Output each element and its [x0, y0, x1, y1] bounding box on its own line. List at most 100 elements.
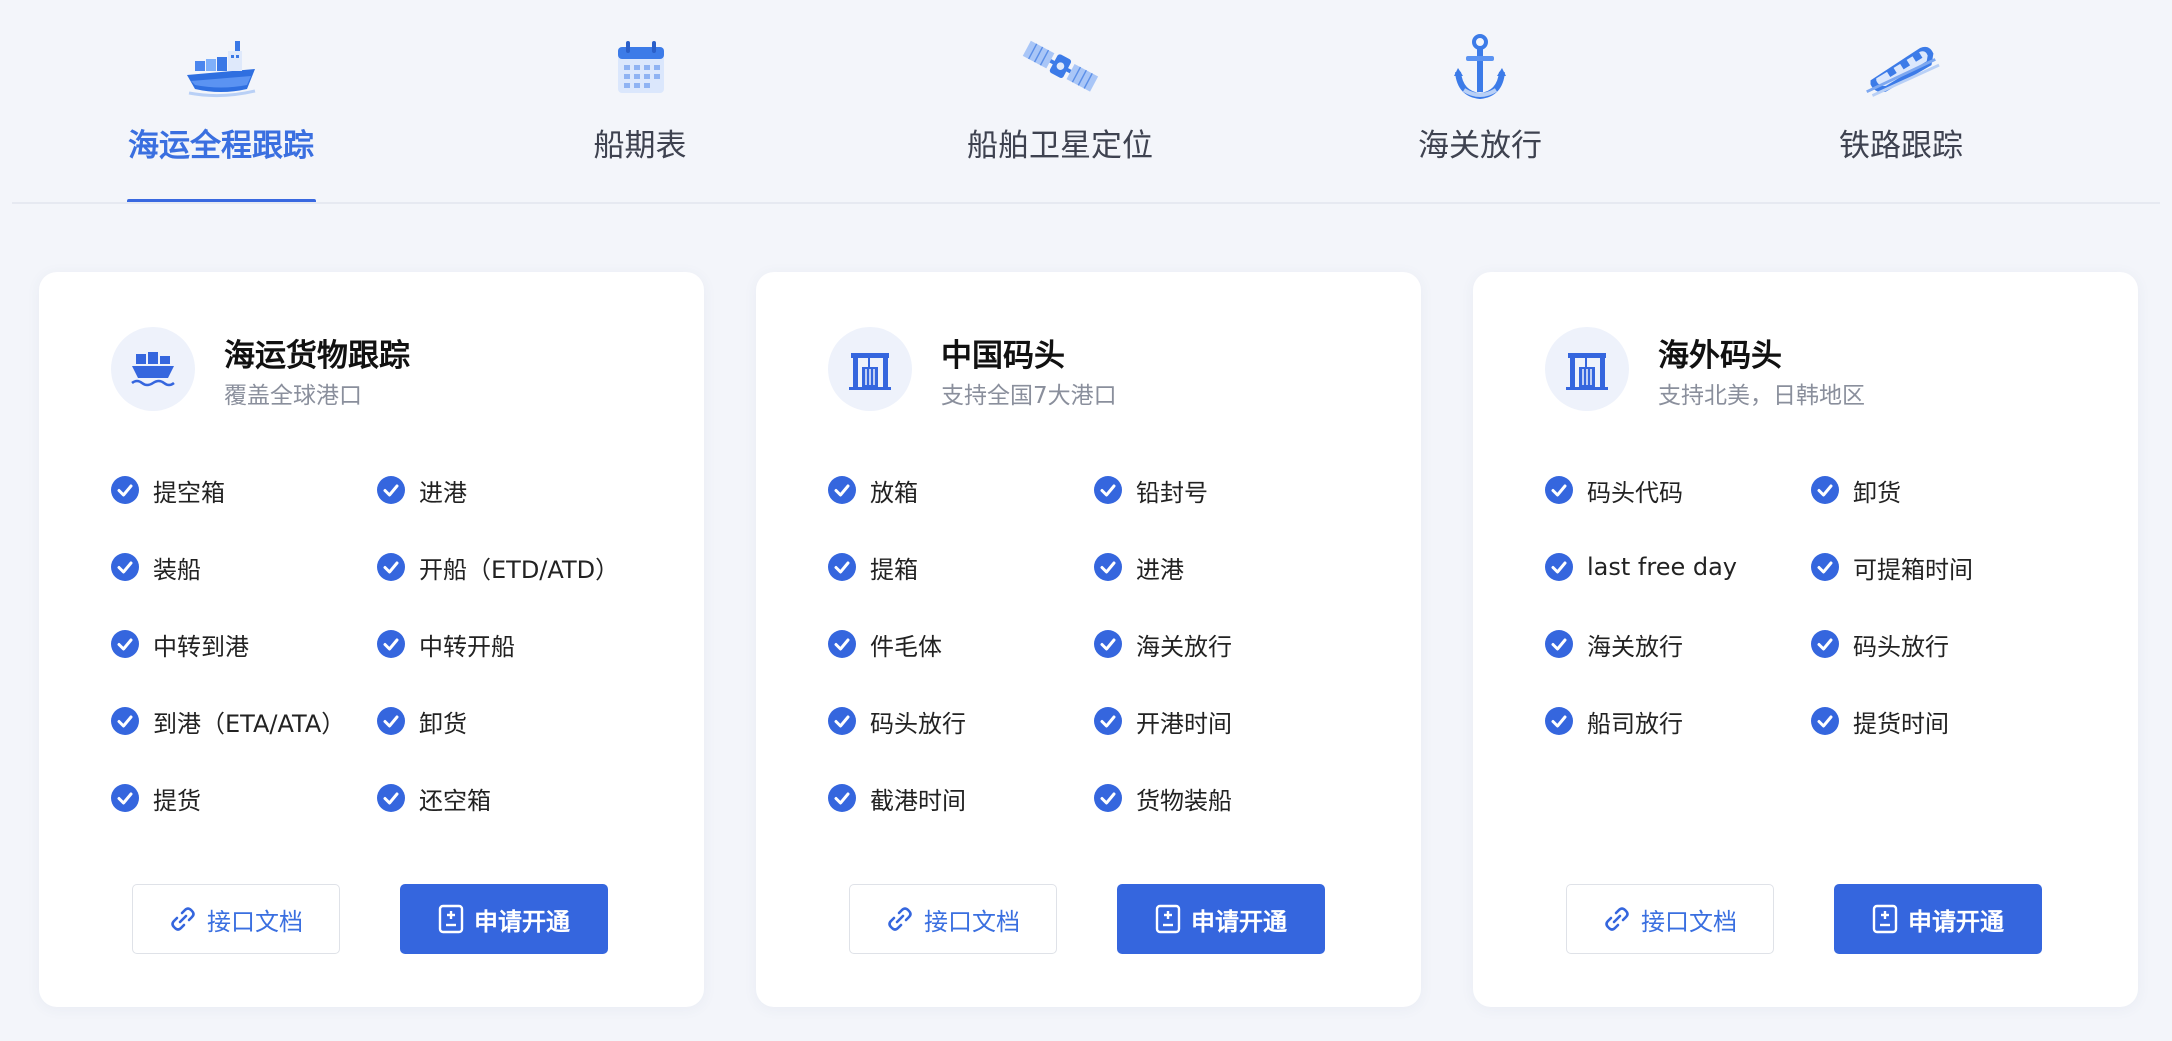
feature-label: 开港时间: [1136, 709, 1232, 738]
feature-label: 中转到港: [153, 632, 249, 661]
feature-item: 提货: [111, 780, 201, 816]
check-circle-icon: [111, 553, 139, 581]
apply-button[interactable]: 申请开通: [1834, 884, 2042, 954]
check-circle-icon: [111, 707, 139, 735]
apply-button[interactable]: 申请开通: [1117, 884, 1325, 954]
check-circle-icon: [1094, 707, 1122, 735]
tab-railway[interactable]: 铁路跟踪: [1751, 0, 2051, 204]
check-circle-icon: [377, 553, 405, 581]
api-docs-button[interactable]: 接口文档: [1566, 884, 1774, 954]
feature-item: 进港: [1094, 549, 1184, 585]
card-title: 中国码头: [941, 338, 1065, 374]
feature-item: 提货时间: [1811, 703, 1949, 739]
feature-item: 码头放行: [828, 703, 966, 739]
feature-label: 进港: [419, 478, 467, 507]
feature-label: 装船: [153, 555, 201, 584]
train-icon: [1861, 30, 1941, 104]
feature-item: 可提箱时间: [1811, 549, 1973, 585]
button-label: 接口文档: [207, 907, 303, 936]
tab-customs[interactable]: 海关放行: [1330, 0, 1630, 204]
feature-item: 提空箱: [111, 472, 225, 508]
link-icon: [1605, 907, 1629, 931]
feature-item: 海关放行: [1094, 626, 1232, 662]
card-subtitle: 支持全国7大港口: [941, 383, 1117, 409]
feature-label: 截港时间: [870, 786, 966, 815]
check-circle-icon: [1811, 630, 1839, 658]
feature-item: 卸货: [1811, 472, 1901, 508]
feature-item: last free day: [1545, 549, 1737, 585]
apply-button[interactable]: 申请开通: [400, 884, 608, 954]
check-circle-icon: [111, 630, 139, 658]
card-china-terminal: 中国码头 支持全国7大港口 放箱 铅封号 提箱 进港 件毛体 海关放行 码头放行…: [756, 272, 1421, 1007]
api-docs-button[interactable]: 接口文档: [132, 884, 340, 954]
feature-label: 海关放行: [1587, 632, 1683, 661]
check-circle-icon: [377, 784, 405, 812]
feature-label: 到港（ETA/ATA）: [153, 709, 346, 738]
card-title: 海运货物跟踪: [224, 338, 410, 374]
check-circle-icon: [111, 476, 139, 504]
tab-schedule[interactable]: 船期表: [490, 0, 790, 204]
container-ship-icon: [111, 327, 195, 411]
feature-label: 铅封号: [1136, 478, 1208, 507]
check-circle-icon: [377, 630, 405, 658]
feature-label: 卸货: [419, 709, 467, 738]
feature-label: 码头代码: [1587, 478, 1683, 507]
feature-item: 码头代码: [1545, 472, 1683, 508]
feature-label: 提货: [153, 786, 201, 815]
check-circle-icon: [1545, 476, 1573, 504]
check-circle-icon: [1811, 553, 1839, 581]
feature-label: 提箱: [870, 555, 918, 584]
feature-item: 放箱: [828, 472, 918, 508]
feature-label: 进港: [1136, 555, 1184, 584]
tab-label: 海运全程跟踪: [128, 128, 314, 164]
tab-satellite[interactable]: 船舶卫星定位: [910, 0, 1210, 204]
feature-label: 提空箱: [153, 478, 225, 507]
port-crane-icon: [828, 327, 912, 411]
button-label: 申请开通: [1191, 907, 1287, 936]
application-form-icon: [1155, 904, 1181, 934]
check-circle-icon: [111, 784, 139, 812]
tab-sea-tracking[interactable]: 海运全程跟踪: [71, 0, 371, 204]
feature-label: 码头放行: [870, 709, 966, 738]
card-title: 海外码头: [1658, 338, 1782, 374]
check-circle-icon: [1545, 707, 1573, 735]
feature-item: 货物装船: [1094, 780, 1232, 816]
feature-label: 船司放行: [1587, 709, 1683, 738]
anchor-icon: [1440, 30, 1520, 104]
check-circle-icon: [1094, 784, 1122, 812]
feature-label: 码头放行: [1853, 632, 1949, 661]
feature-label: 货物装船: [1136, 786, 1232, 815]
feature-label: 放箱: [870, 478, 918, 507]
feature-label: 件毛体: [870, 632, 942, 661]
check-circle-icon: [1094, 630, 1122, 658]
feature-item: 截港时间: [828, 780, 966, 816]
link-icon: [888, 907, 912, 931]
button-label: 申请开通: [1908, 907, 2004, 936]
check-circle-icon: [828, 476, 856, 504]
feature-label: 还空箱: [419, 786, 491, 815]
cargo-ship-icon: [181, 30, 261, 104]
link-icon: [171, 907, 195, 931]
port-crane-icon: [1545, 327, 1629, 411]
feature-label: last free day: [1587, 553, 1738, 581]
check-circle-icon: [1811, 707, 1839, 735]
feature-item: 码头放行: [1811, 626, 1949, 662]
feature-item: 海关放行: [1545, 626, 1683, 662]
api-docs-button[interactable]: 接口文档: [849, 884, 1057, 954]
check-circle-icon: [1545, 630, 1573, 658]
tab-label: 船期表: [593, 128, 687, 164]
application-form-icon: [1872, 904, 1898, 934]
check-circle-icon: [1094, 476, 1122, 504]
feature-label: 开船（ETD/ATD）: [419, 555, 620, 584]
feature-label: 卸货: [1853, 478, 1901, 507]
tab-label: 船舶卫星定位: [967, 128, 1153, 164]
application-form-icon: [438, 904, 464, 934]
button-label: 接口文档: [924, 907, 1020, 936]
tab-label: 海关放行: [1418, 128, 1542, 164]
feature-item: 提箱: [828, 549, 918, 585]
feature-item: 铅封号: [1094, 472, 1208, 508]
check-circle-icon: [1094, 553, 1122, 581]
check-circle-icon: [377, 476, 405, 504]
feature-item: 还空箱: [377, 780, 491, 816]
feature-item: 卸货: [377, 703, 467, 739]
